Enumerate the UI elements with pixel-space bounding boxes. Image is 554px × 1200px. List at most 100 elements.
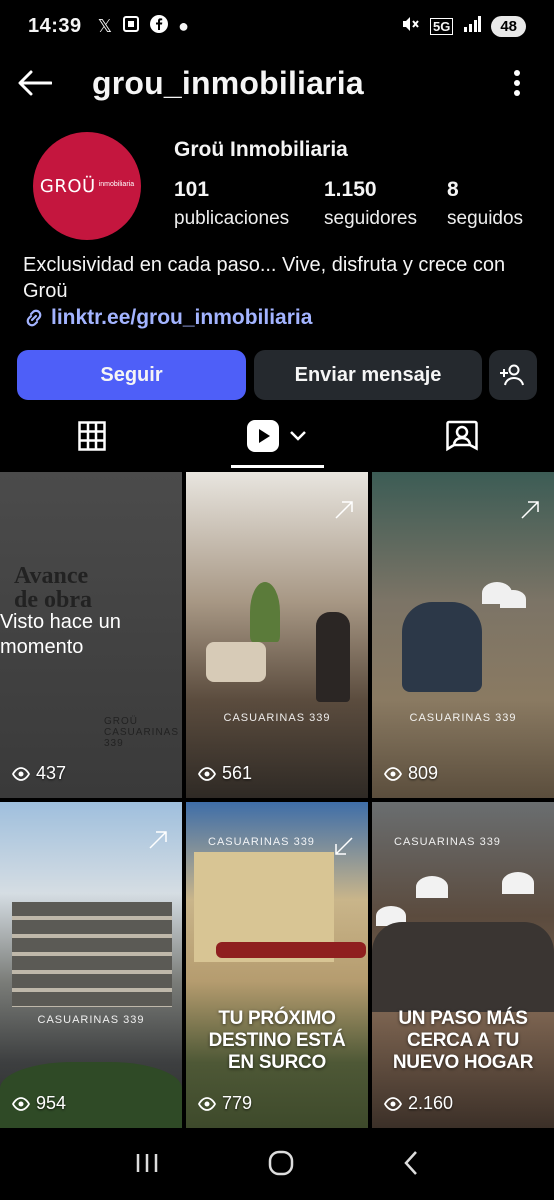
battery-indicator: 48 — [491, 15, 526, 37]
eye-icon — [384, 1096, 402, 1111]
tile-headline: UN PASO MÁS CERCA A TU NUEVO HOGAR — [392, 1008, 534, 1073]
stat-following[interactable]: 8 seguidos — [447, 178, 523, 230]
profile-link[interactable]: linktr.ee/grou_inmobiliaria — [23, 306, 312, 330]
back-arrow-icon — [18, 70, 52, 96]
status-time: 14:39 — [28, 14, 82, 37]
scene-helmet — [416, 876, 448, 898]
scene-person — [316, 612, 350, 702]
stat-followers-count: 1.150 — [324, 178, 377, 201]
stat-posts-label: publicaciones — [174, 208, 290, 229]
scene-awning — [216, 942, 366, 958]
active-tab-indicator — [231, 465, 324, 468]
tile-views-count: 779 — [222, 1093, 253, 1113]
chevron-down-icon — [290, 431, 306, 441]
network-5g-icon: 5G — [429, 17, 454, 35]
display-name: Groü Inmobiliaria — [174, 138, 348, 161]
home-button[interactable] — [268, 1150, 294, 1181]
avatar-logo-subtext: inmobiliaria — [98, 180, 135, 188]
reel-tile[interactable]: CASUARINAS 339 954 — [0, 802, 182, 1128]
tab-posts-grid[interactable] — [40, 405, 144, 467]
tile-views-count: 437 — [36, 763, 67, 783]
send-message-button[interactable]: Enviar mensaje — [254, 350, 482, 400]
stat-followers-label: seguidores — [324, 208, 417, 229]
facebook-icon — [150, 14, 169, 38]
scene-plant — [250, 582, 280, 642]
tile-views-count: 2.160 — [408, 1093, 454, 1113]
add-user-icon — [500, 364, 524, 386]
profile-tabs — [0, 405, 554, 468]
tile-views: 779 — [198, 1093, 252, 1114]
tile-views-count: 809 — [408, 763, 439, 783]
reel-tile[interactable]: CASUARINAS 339 561 — [186, 472, 368, 798]
tile-views: 561 — [198, 763, 252, 784]
dot-icon: ● — [178, 15, 190, 36]
back-button[interactable] — [0, 52, 70, 114]
tile-brand: CASUARINAS 339 — [37, 1014, 145, 1026]
stat-posts-count: 101 — [174, 178, 210, 201]
scene-helmet — [502, 872, 534, 894]
arrow-icon — [335, 837, 353, 855]
scene-helmet — [500, 590, 526, 608]
more-options-button[interactable] — [492, 58, 542, 108]
tile-brand: CASUARINAS 339 — [394, 836, 501, 848]
tagged-user-icon — [446, 420, 478, 452]
tile-brand: CASUARINAS 339 — [208, 836, 315, 848]
arrow-icon — [149, 831, 167, 849]
stat-followers[interactable]: 1.150 seguidores — [324, 178, 417, 230]
scene-building — [12, 902, 172, 1007]
profile-header: grou_inmobiliaria — [0, 52, 554, 114]
tile-brand: CASUARINAS 339 — [409, 712, 517, 724]
tile-brand: CASUARINAS 339 — [223, 712, 331, 724]
reel-tile[interactable]: CASUARINAS 339 TU PRÓXIMO DESTINO ESTÁ E… — [186, 802, 368, 1128]
follow-button[interactable]: Seguir — [17, 350, 246, 400]
eye-icon — [198, 766, 216, 781]
notification-icons: 𝕏 ● — [97, 14, 190, 38]
eye-icon — [384, 766, 402, 781]
system-icons: 5G 48 — [400, 14, 526, 38]
tile-title: Avance de obra — [14, 563, 92, 613]
tile-headline: TU PRÓXIMO DESTINO ESTÁ EN SURCO — [208, 1008, 346, 1073]
stat-posts[interactable]: 101 publicaciones — [174, 178, 289, 230]
reels-grid: Avance de obra Visto hace un momento GRO… — [0, 472, 554, 1130]
arrow-icon — [521, 501, 539, 519]
scene-worker — [402, 602, 482, 692]
status-bar: 14:39 𝕏 ● 5G 48 — [0, 0, 554, 52]
recent-apps-button[interactable] — [135, 1152, 159, 1179]
recent-apps-icon — [136, 1153, 157, 1172]
tile-views: 437 — [12, 763, 66, 784]
reel-tile[interactable]: CASUARINAS 339 UN PASO MÁS CERCA A TU NU… — [372, 802, 554, 1128]
avatar[interactable]: GROÜ inmobiliaria — [33, 132, 141, 240]
tile-views: 2.160 — [384, 1093, 453, 1114]
tile-seen-overlay: Visto hace un momento — [0, 611, 121, 658]
back-nav-button[interactable] — [403, 1150, 419, 1181]
profile-link-text: linktr.ee/grou_inmobiliaria — [51, 306, 313, 329]
tile-views-count: 561 — [222, 763, 253, 783]
tile-views: 954 — [12, 1093, 66, 1114]
reel-tile[interactable]: Avance de obra Visto hace un momento GRO… — [0, 472, 182, 798]
avatar-logo-text: GROÜ — [39, 175, 96, 197]
stat-following-count: 8 — [447, 178, 459, 201]
profile-info: GROÜ inmobiliaria Groü Inmobiliaria 101 … — [0, 130, 554, 240]
profile-bio: Exclusividad en cada paso... Vive, disfr… — [23, 254, 506, 302]
reels-play-icon — [247, 420, 279, 452]
stat-following-label: seguidos — [447, 208, 524, 229]
eye-icon — [12, 766, 30, 781]
eye-icon — [12, 1096, 30, 1111]
tile-brand: GROÜ CASUARINAS 339 — [104, 716, 180, 749]
tab-tagged[interactable] — [410, 405, 514, 467]
mute-icon — [400, 14, 420, 38]
screenshot-icon — [122, 15, 140, 38]
tab-reels[interactable] — [230, 405, 324, 467]
reel-tile[interactable]: CASUARINAS 339 809 — [372, 472, 554, 798]
link-icon — [26, 309, 42, 327]
profile-actions: Seguir Enviar mensaje — [17, 350, 537, 400]
x-icon: 𝕏 — [97, 15, 113, 36]
arrow-icon — [335, 501, 353, 519]
grid-icon — [78, 421, 106, 451]
home-icon — [268, 1150, 294, 1175]
eye-icon — [198, 1096, 216, 1111]
suggested-users-button[interactable] — [489, 350, 537, 400]
back-chevron-icon — [404, 1150, 418, 1175]
scene-sofa — [206, 642, 266, 682]
tile-views: 809 — [384, 763, 438, 784]
